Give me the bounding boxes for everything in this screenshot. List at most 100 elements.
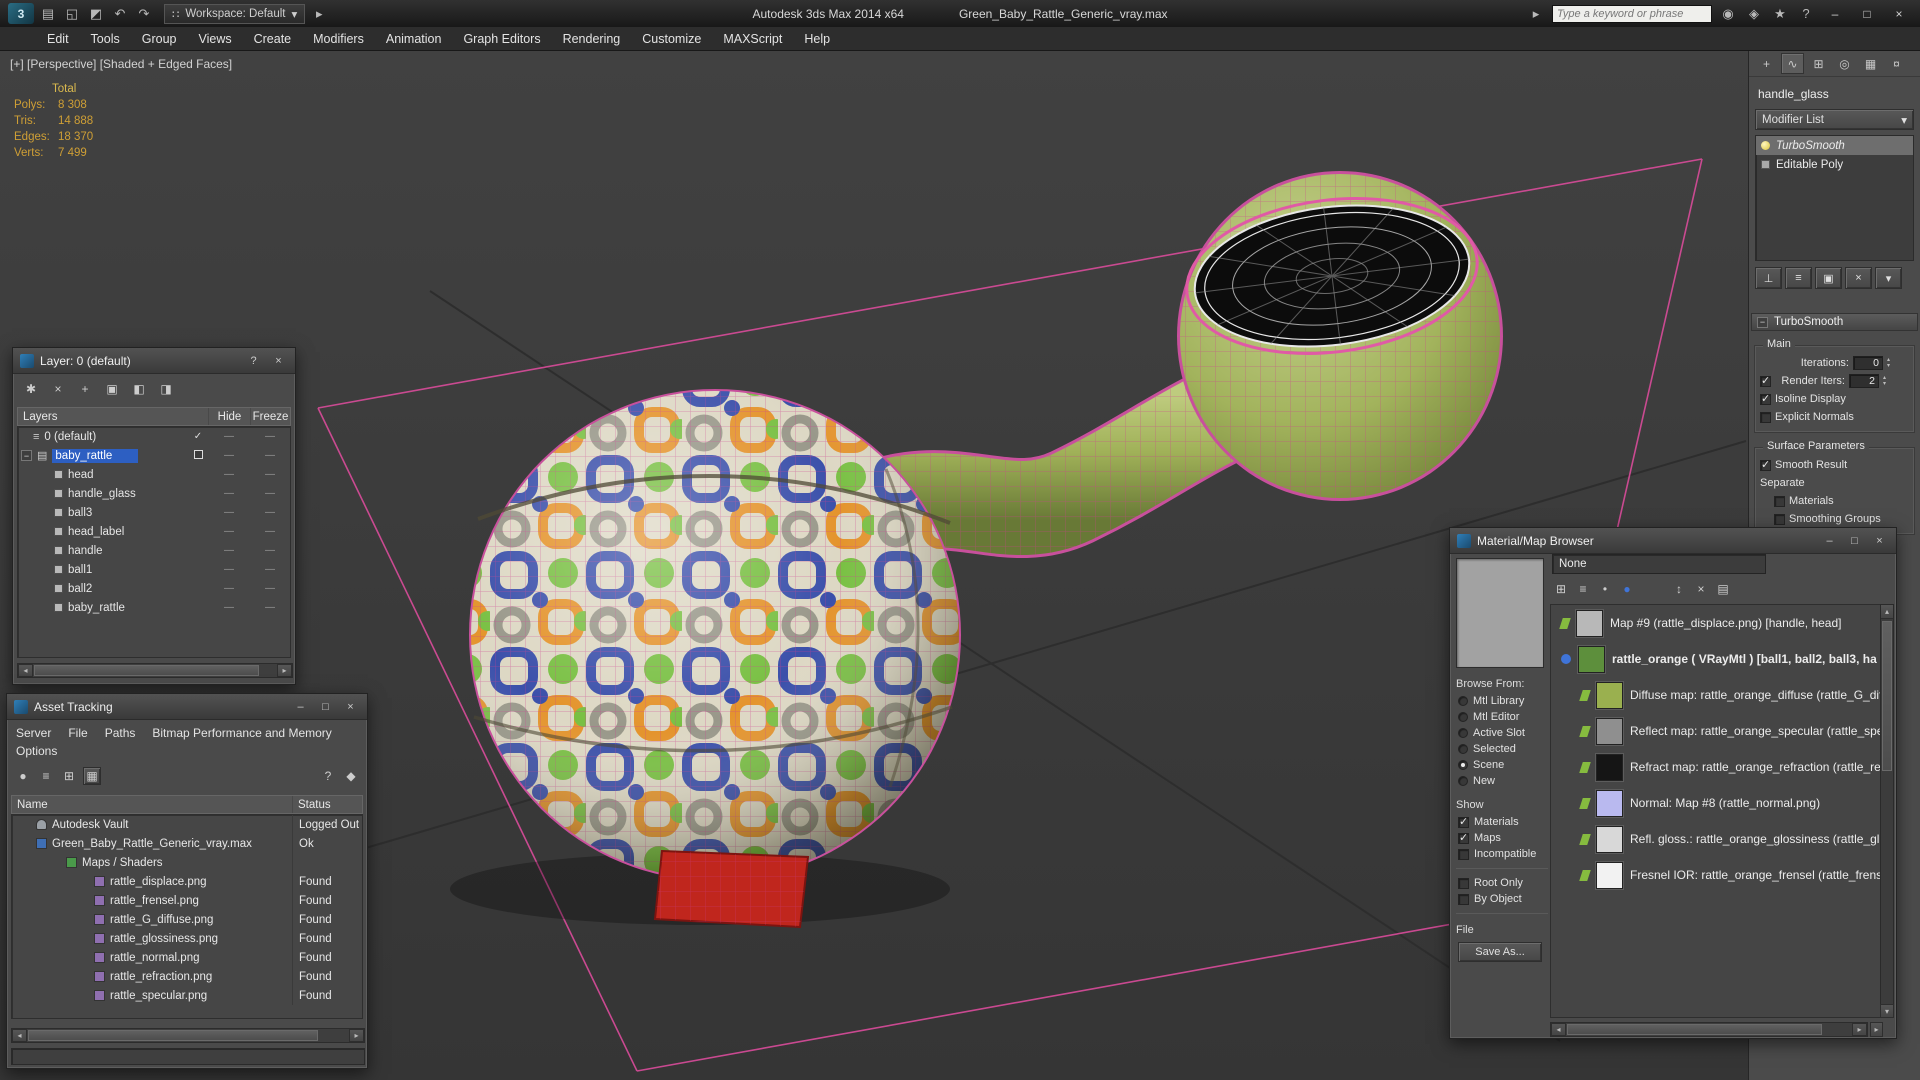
menu-graph-editors[interactable]: Graph Editors	[452, 27, 551, 50]
workspace-selector[interactable]: ∷ Workspace: Default ▾	[164, 3, 306, 24]
menu-server[interactable]: Server	[16, 724, 51, 742]
iterations-spinner[interactable]: ▴ ▾	[1887, 357, 1890, 369]
freeze-toggle[interactable]: —	[250, 507, 290, 518]
minimize-button[interactable]: –	[1822, 5, 1848, 23]
configure-modifier-sets-button[interactable]: ▾	[1875, 267, 1902, 289]
scroll-up-icon[interactable]: ▴	[1881, 605, 1893, 619]
freeze-toggle[interactable]: —	[250, 450, 290, 461]
object-name-field[interactable]: handle_glass	[1749, 83, 1920, 105]
document-icon[interactable]: ▤	[1714, 580, 1732, 598]
freeze-toggle[interactable]: —	[250, 526, 290, 537]
minimize-button[interactable]: –	[1820, 533, 1839, 549]
vertical-scrollbar[interactable]: ▴	[1880, 604, 1894, 1018]
layer-row-head-label[interactable]: head_label — —	[18, 522, 290, 541]
materials-checkbox[interactable]	[1774, 495, 1785, 507]
list-view-icon[interactable]: ≡	[1574, 580, 1592, 598]
close-button[interactable]: ×	[1886, 5, 1912, 23]
browse-from-scene[interactable]: Scene	[1454, 757, 1550, 773]
layer-row-baby-rattle[interactable]: − ▤ baby_rattle — —	[18, 446, 290, 465]
hide-toggle[interactable]: —	[208, 564, 250, 575]
new-scene-icon[interactable]: ▤	[38, 4, 58, 24]
map-thumbnail[interactable]	[1596, 681, 1623, 709]
checkbox-icon[interactable]	[1458, 815, 1469, 828]
pin-stack-button[interactable]: ⊥	[1755, 267, 1782, 289]
material-search-field[interactable]: None	[1552, 554, 1766, 574]
material-entry[interactable]: Diffuse map: rattle_orange_diffuse (ratt…	[1551, 677, 1881, 713]
hide-toggle[interactable]: —	[208, 507, 250, 518]
make-unique-button[interactable]: ▣	[1815, 267, 1842, 289]
browse-from-selected[interactable]: Selected	[1454, 741, 1550, 757]
menu-bitmap-performance[interactable]: Bitmap Performance and Memory	[152, 724, 331, 742]
explicit-normals-checkbox[interactable]	[1760, 411, 1771, 423]
help-icon[interactable]: ?	[1796, 4, 1816, 24]
scroll-right-icon[interactable]: ▸	[349, 1029, 364, 1042]
map-thumbnail[interactable]	[1596, 753, 1623, 781]
render-iters-spinner[interactable]: ▴ ▾	[1883, 375, 1886, 387]
menu-options[interactable]: Options	[16, 742, 57, 760]
layer-row-head[interactable]: head — —	[18, 465, 290, 484]
table-row[interactable]: rattle_glossiness.png Found	[12, 929, 362, 948]
close-button[interactable]: ×	[269, 353, 288, 369]
material-entry[interactable]: Map #9 (rattle_displace.png) [handle, he…	[1551, 605, 1881, 641]
utilities-tab-icon[interactable]: ¤	[1885, 53, 1908, 74]
menu-animation[interactable]: Animation	[375, 27, 453, 50]
layer-row-ball2[interactable]: ball2 — —	[18, 579, 290, 598]
freeze-column-header[interactable]: Freeze	[250, 408, 290, 425]
material-thumbnail[interactable]	[1578, 645, 1605, 673]
modifier-stack[interactable]: TurboSmooth Editable Poly	[1755, 135, 1914, 261]
search-input[interactable]	[1557, 7, 1707, 20]
grid-view-icon[interactable]: ⊞	[60, 767, 78, 785]
thumbnail-view-icon[interactable]: ⊞	[1552, 580, 1570, 598]
workspace-next-icon[interactable]: ▸	[309, 4, 329, 24]
menu-edit[interactable]: Edit	[36, 27, 80, 50]
set-current-layer-icon[interactable]: ◧	[130, 380, 148, 398]
radio-icon[interactable]	[1458, 696, 1468, 706]
layer-row-baby-rattle-obj[interactable]: baby_rattle — —	[18, 598, 290, 617]
show-root-only[interactable]: Root Only	[1454, 875, 1550, 891]
create-layer-icon[interactable]: ✱	[22, 380, 40, 398]
freeze-toggle[interactable]: —	[250, 431, 290, 442]
close-button[interactable]: ×	[341, 699, 360, 715]
map-thumbnail[interactable]	[1596, 825, 1623, 853]
table-view-icon[interactable]: ▦	[83, 767, 101, 785]
maximize-button[interactable]: □	[1845, 533, 1864, 549]
show-by-object[interactable]: By Object	[1454, 891, 1550, 907]
remove-modifier-button[interactable]: ×	[1845, 267, 1872, 289]
radio-icon[interactable]	[1458, 744, 1468, 754]
viewport-label[interactable]: [+] [Perspective] [Shaded + Edged Faces]	[10, 57, 232, 71]
modifier-stack-item-turbosmooth[interactable]: TurboSmooth	[1756, 136, 1913, 155]
create-tab-icon[interactable]: +	[1755, 53, 1778, 74]
layer-row-handle[interactable]: handle — —	[18, 541, 290, 560]
modifier-stack-item-editable-poly[interactable]: Editable Poly	[1756, 155, 1913, 174]
hierarchy-tab-icon[interactable]: ⊞	[1807, 53, 1830, 74]
menu-paths[interactable]: Paths	[105, 724, 136, 742]
render-iters-field[interactable]: 2	[1849, 374, 1879, 388]
layer-row-default[interactable]: ≡ 0 (default) ✓ — —	[18, 427, 290, 446]
smooth-result-checkbox[interactable]	[1760, 458, 1771, 471]
sort-icon[interactable]: ↕	[1670, 580, 1688, 598]
small-icons-icon[interactable]: •	[1596, 580, 1614, 598]
list-view-icon[interactable]: ≡	[37, 767, 55, 785]
undo-icon[interactable]: ↶	[110, 4, 130, 24]
motion-tab-icon[interactable]: ◎	[1833, 53, 1856, 74]
layer-row-handle-glass[interactable]: handle_glass — —	[18, 484, 290, 503]
radio-icon[interactable]	[1458, 712, 1468, 722]
freeze-toggle[interactable]: —	[250, 602, 290, 613]
show-maps[interactable]: Maps	[1454, 830, 1550, 846]
scroll-right-icon[interactable]: ▸	[1852, 1023, 1867, 1036]
layer-row-ball1[interactable]: ball1 — —	[18, 560, 290, 579]
map-thumbnail[interactable]	[1596, 861, 1623, 889]
collapse-icon[interactable]: −	[1757, 316, 1768, 328]
table-row[interactable]: Maps / Shaders	[12, 853, 362, 872]
infocenter-search[interactable]	[1552, 4, 1712, 23]
modifier-list-dropdown[interactable]: Modifier List ▾	[1755, 109, 1914, 130]
menu-file[interactable]: File	[68, 724, 87, 742]
redo-icon[interactable]: ↷	[134, 4, 154, 24]
modify-tab-icon[interactable]: ∿	[1781, 53, 1804, 74]
refresh-icon[interactable]: ●	[14, 767, 32, 785]
checkbox-icon[interactable]	[1458, 831, 1469, 844]
collapse-icon[interactable]: −	[21, 450, 32, 461]
material-entry[interactable]: Normal: Map #8 (rattle_normal.png)	[1551, 785, 1881, 821]
browse-from-active-slot[interactable]: Active Slot	[1454, 725, 1550, 741]
search-arrow-icon[interactable]: ▸	[1526, 4, 1546, 24]
